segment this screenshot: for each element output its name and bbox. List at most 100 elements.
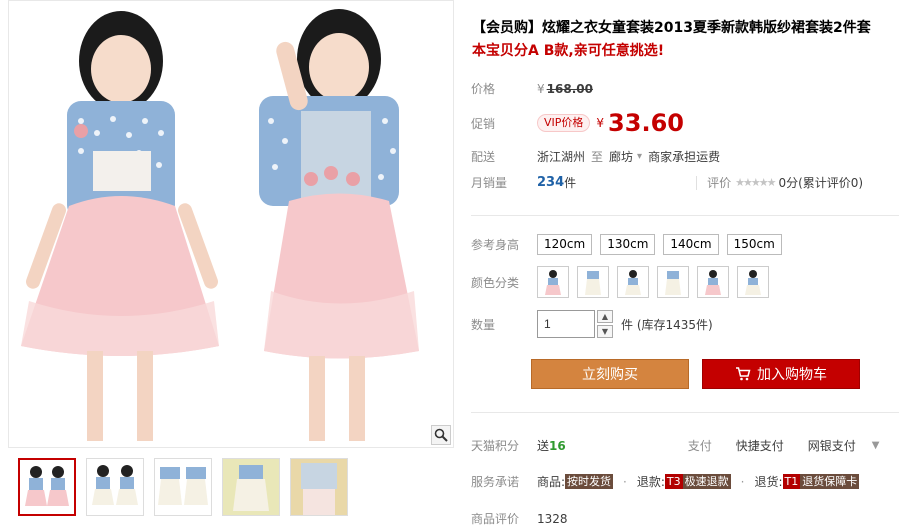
promo-label: 促销	[471, 116, 496, 131]
shipping-label: 配送	[471, 150, 496, 164]
thumbnail-3-image	[155, 459, 211, 515]
stepper-down-icon[interactable]: ▼	[597, 325, 613, 338]
divider	[696, 175, 698, 190]
separator-dot: ·	[623, 474, 627, 489]
shipping-destination[interactable]: 廊坊	[609, 148, 633, 165]
add-to-cart-label: 加入购物车	[757, 367, 827, 383]
service-badge-t1[interactable]: T1	[782, 474, 801, 489]
thumbnail-1-image	[20, 460, 74, 514]
dropdown-arrow-icon[interactable]: ▾	[637, 151, 642, 162]
color-option-image	[745, 270, 761, 295]
shipping-note: 商家承担运费	[648, 150, 721, 164]
promo-currency: ¥	[596, 116, 605, 130]
main-product-image[interactable]	[8, 0, 454, 448]
points-prefix: 送	[537, 439, 550, 453]
promo-row: 促销 VIP价格 ¥ 33.60	[471, 109, 684, 137]
service-item-3-prefix: 退货:	[754, 475, 783, 489]
reviews-label: 商品评价	[471, 512, 520, 526]
quantity-row: 数量 ▲ ▼ 件 (库存1435件)	[471, 310, 713, 338]
color-option[interactable]	[657, 266, 689, 298]
product-info: 【会员购】炫耀之衣女童套装2013夏季新款韩版纱裙套装2件套 本宝贝分A B款,…	[468, 0, 900, 529]
size-option[interactable]: 140cm	[663, 234, 719, 255]
service-badge-fast-refund[interactable]: 极速退款	[682, 474, 731, 489]
color-label: 颜色分类	[471, 275, 520, 290]
reviews-value: 1328	[537, 511, 568, 526]
service-badge-return-card[interactable]: 退货保障卡	[800, 474, 860, 489]
color-option[interactable]	[697, 266, 729, 298]
thumbnail-2-image	[87, 459, 143, 515]
promo-price: 33.60	[608, 109, 684, 137]
reviews-row: 商品评价 1328	[471, 510, 568, 527]
size-option[interactable]: 130cm	[600, 234, 656, 255]
quantity-stepper: ▲ ▼	[597, 310, 613, 338]
quantity-input[interactable]	[537, 310, 595, 338]
sales-label: 月销量	[471, 176, 508, 190]
size-options: 120cm 130cm 140cm 150cm	[537, 234, 782, 255]
shipping-row: 配送 浙江湖州 至 廊坊 ▾ 商家承担运费	[471, 148, 720, 165]
shipping-to-word: 至	[591, 150, 604, 164]
points-row: 天猫积分 送 16 支付 快捷支付 网银支付 ▼	[471, 437, 879, 454]
payment-label: 支付	[687, 439, 712, 453]
thumbnail-list	[18, 458, 348, 516]
rating-stars: ★★★★★	[735, 176, 776, 189]
dropdown-arrow-icon[interactable]: ▼	[872, 440, 880, 451]
service-row: 服务承诺 商品: 按时发货 · 退款: T3 极速退款 · 退货: T1 退货保…	[471, 473, 860, 490]
zoom-button[interactable]	[431, 425, 451, 445]
color-option-image	[665, 271, 681, 295]
main-image-illustration	[21, 9, 419, 441]
points-value: 16	[549, 438, 566, 453]
color-row: 颜色分类	[471, 266, 769, 298]
thumbnail-5-image	[291, 459, 347, 515]
thumbnail-4[interactable]	[222, 458, 280, 516]
product-gallery	[8, 0, 454, 529]
price-row: 价格 ¥ 168.00	[471, 80, 593, 97]
quantity-label: 数量	[471, 317, 496, 332]
vip-price-tag: VIP价格	[537, 114, 591, 132]
buy-now-button[interactable]: 立刻购买	[531, 359, 689, 389]
size-option[interactable]: 120cm	[537, 234, 593, 255]
model-left	[21, 11, 219, 441]
service-badge-ontime[interactable]: 按时发货	[565, 474, 614, 489]
service-item-2-prefix: 退款:	[636, 475, 665, 489]
add-to-cart-button[interactable]: 加入购物车	[702, 359, 860, 389]
thumbnail-2[interactable]	[86, 458, 144, 516]
service-item-1-prefix: 商品:	[537, 475, 566, 489]
stock-text: 件 (库存1435件)	[621, 317, 713, 332]
stepper-up-icon[interactable]: ▲	[597, 310, 613, 323]
product-title: 【会员购】炫耀之衣女童套装2013夏季新款韩版纱裙套装2件套	[472, 20, 871, 36]
size-label: 参考身高	[471, 238, 520, 252]
color-option-image	[585, 271, 601, 295]
rating-text[interactable]: 0分(累计评价0)	[778, 174, 863, 191]
thumbnail-3[interactable]	[154, 458, 212, 516]
divider	[471, 215, 899, 216]
points-label: 天猫积分	[471, 439, 520, 453]
product-subtitle: 本宝贝分A B款,亲可任意挑选!	[472, 43, 665, 59]
rating-label: 评价	[707, 176, 732, 190]
price-currency: ¥	[537, 81, 545, 96]
size-option[interactable]: 150cm	[726, 234, 782, 255]
thumbnail-4-image	[223, 459, 279, 515]
service-badge-t3[interactable]: T3	[664, 474, 683, 489]
thumbnail-5[interactable]	[290, 458, 348, 516]
model-right	[259, 9, 419, 441]
color-option[interactable]	[617, 266, 649, 298]
price-label: 价格	[471, 82, 496, 96]
color-option[interactable]	[537, 266, 569, 298]
shipping-from: 浙江湖州	[537, 150, 586, 164]
original-price: 168.00	[546, 81, 593, 96]
color-options	[537, 266, 769, 298]
sales-count: 234	[537, 175, 565, 190]
color-option[interactable]	[737, 266, 769, 298]
sales-row: 月销量 234 件 评价 ★★★★★ 0分(累计评价0)	[471, 174, 863, 191]
thumbnail-1[interactable]	[18, 458, 76, 516]
cart-icon	[736, 367, 751, 381]
color-option[interactable]	[577, 266, 609, 298]
color-option-image	[545, 270, 561, 295]
sales-unit: 件	[564, 176, 577, 190]
size-row: 参考身高 120cm 130cm 140cm 150cm	[471, 234, 782, 255]
color-option-image	[705, 270, 721, 295]
payment-quick[interactable]: 快捷支付	[736, 437, 784, 454]
payment-bank[interactable]: 网银支付	[808, 437, 856, 454]
color-option-image	[625, 270, 641, 295]
divider	[471, 412, 899, 413]
